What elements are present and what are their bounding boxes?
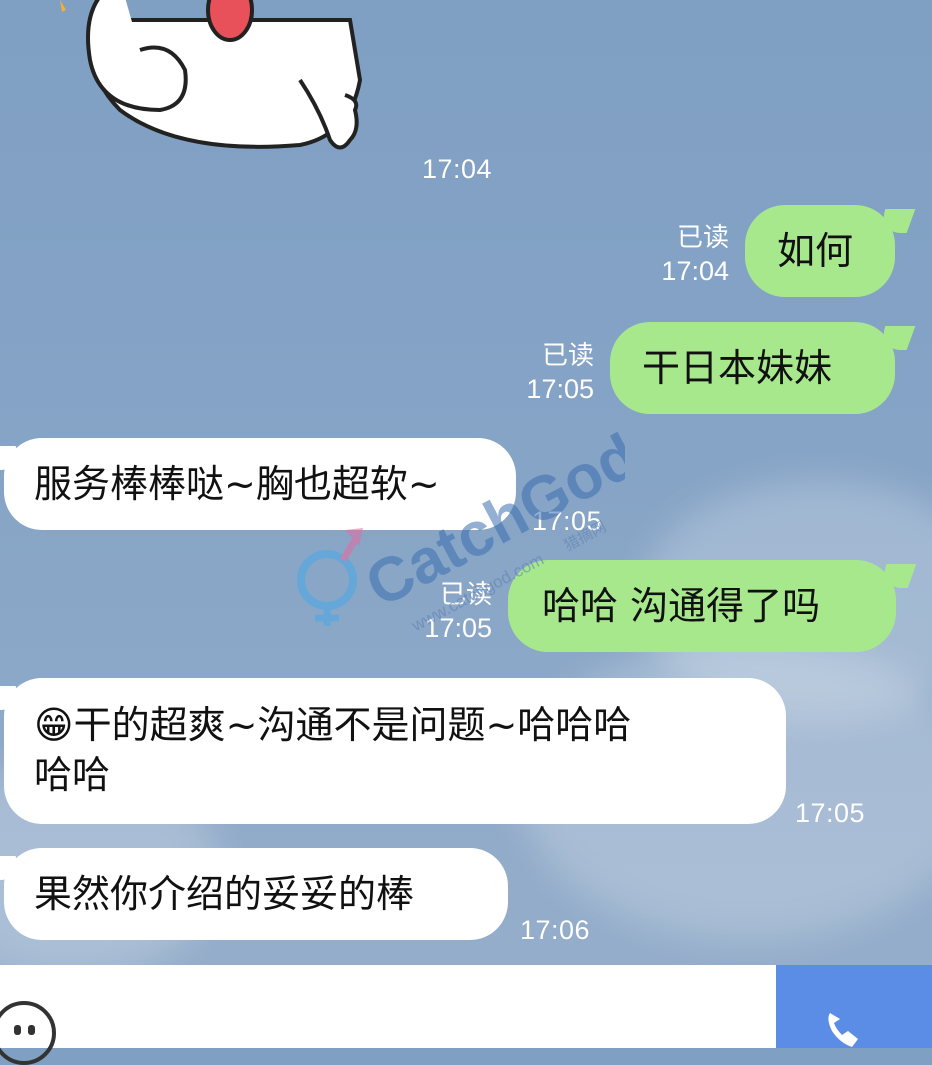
message-text: 干日本妹妹 (642, 346, 833, 390)
read-receipt: 已读 (439, 579, 492, 609)
message-time: 17:05 (526, 374, 594, 404)
message-time: 17:05 (424, 613, 492, 643)
sticker-timestamp: 17:04 (422, 154, 493, 184)
read-receipt: 已读 (541, 340, 594, 370)
call-button[interactable] (776, 965, 932, 1048)
message-text: 哈哈 沟通得了吗 (542, 584, 821, 628)
message-text: 哈哈 (34, 753, 111, 797)
message-meta: 已读 17:05 (526, 338, 594, 406)
message-time: 17:05 (532, 506, 603, 536)
message-time: 17:06 (520, 915, 591, 945)
message-time: 17:05 (795, 798, 866, 828)
incoming-message-bubble[interactable]: 😁干的超爽~沟通不是问题~哈哈哈 哈哈 (4, 678, 786, 824)
message-text: 果然你介绍的妥妥的棒 (34, 872, 415, 916)
message-text: 服务棒棒哒~胸也超软~ (34, 462, 440, 506)
smiley-icon[interactable] (0, 1001, 56, 1065)
sticker-image[interactable] (60, 0, 380, 160)
outgoing-message-bubble[interactable]: 哈哈 沟通得了吗 (508, 560, 896, 652)
read-receipt: 已读 (676, 222, 729, 252)
message-text: 如何 (777, 229, 854, 273)
grinning-emoji-icon: 😁 (34, 703, 74, 747)
chat-area[interactable]: 17:04 已读 17:04 如何 已读 17:05 干日本妹妹 服务棒棒哒~胸… (0, 0, 932, 965)
message-time: 17:04 (661, 256, 729, 286)
outgoing-message-bubble[interactable]: 干日本妹妹 (610, 322, 895, 414)
incoming-message-bubble[interactable]: 果然你介绍的妥妥的棒 (4, 848, 508, 940)
message-meta: 已读 17:04 (661, 220, 729, 288)
smiley-eye (28, 1025, 35, 1035)
phone-icon (828, 1013, 858, 1047)
message-text: 干的超爽~沟通不是问题~哈哈哈 (73, 703, 632, 747)
smiley-eye (14, 1025, 21, 1035)
outgoing-message-bubble[interactable]: 如何 (745, 205, 895, 297)
message-meta: 已读 17:05 (424, 577, 492, 645)
incoming-message-bubble[interactable]: 服务棒棒哒~胸也超软~ (4, 438, 516, 530)
